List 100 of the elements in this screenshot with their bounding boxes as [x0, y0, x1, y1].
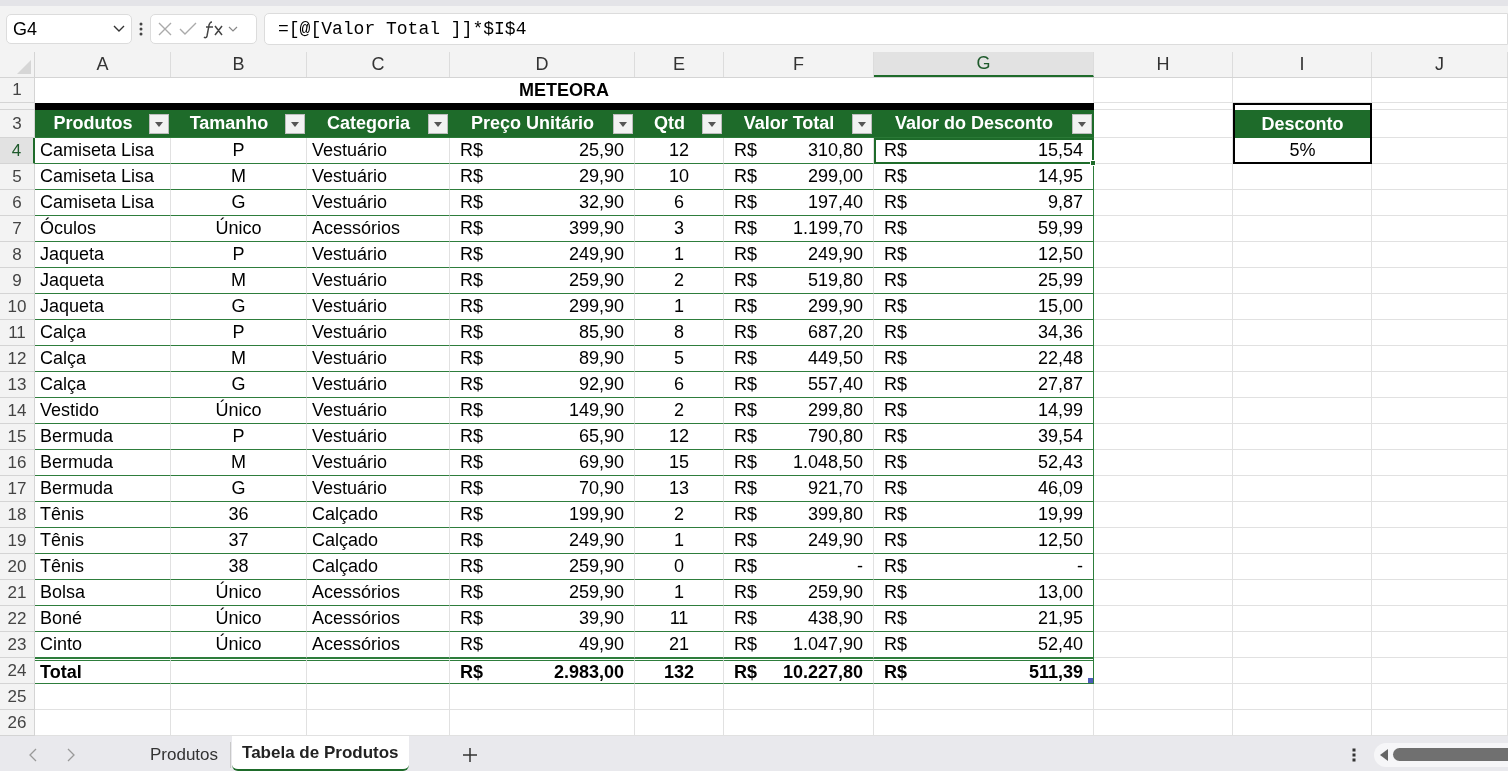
- row-number[interactable]: 9: [0, 268, 35, 294]
- cell-value: 687,20: [807, 321, 863, 344]
- empty-cell[interactable]: [171, 658, 307, 684]
- cancel-icon[interactable]: [157, 21, 173, 37]
- column-header[interactable]: H: [1094, 52, 1233, 77]
- more-options-icon[interactable]: [1352, 747, 1356, 762]
- column-header[interactable]: G: [874, 52, 1094, 77]
- function-icon[interactable]: [203, 19, 239, 39]
- currency-symbol: R$: [460, 555, 483, 578]
- currency-symbol: R$: [460, 477, 483, 500]
- table-cell: 2: [635, 502, 724, 528]
- table-cell: P: [171, 320, 307, 346]
- currency-symbol: R$: [734, 243, 757, 266]
- row-number[interactable]: 1: [0, 78, 35, 103]
- row-number[interactable]: 7: [0, 216, 35, 242]
- column-header[interactable]: B: [171, 52, 307, 77]
- currency-symbol: R$: [884, 321, 907, 344]
- currency-symbol: R$: [460, 529, 483, 552]
- caret-down-icon: [708, 121, 716, 127]
- row-number[interactable]: 18: [0, 502, 35, 528]
- row-number[interactable]: 14: [0, 398, 35, 424]
- caret-down-icon: [155, 121, 163, 127]
- cell-value: 65,90: [578, 425, 624, 448]
- more-options-icon[interactable]: [139, 22, 143, 36]
- currency-symbol: R$: [460, 295, 483, 318]
- filter-button[interactable]: [285, 114, 305, 134]
- sheet-tab[interactable]: Tabela de Produtos: [232, 736, 409, 771]
- table-cell: 12: [635, 424, 724, 450]
- select-all-icon[interactable]: [17, 60, 31, 74]
- row-number[interactable]: 3: [0, 110, 35, 138]
- row-number[interactable]: 15: [0, 424, 35, 450]
- cell-value: -: [1077, 555, 1083, 578]
- filter-button[interactable]: [852, 114, 872, 134]
- row-number[interactable]: 24: [0, 658, 35, 684]
- table-cell: P: [171, 138, 307, 164]
- table-cell: 3: [635, 216, 724, 242]
- table-cell: 21: [635, 632, 724, 658]
- filter-button[interactable]: [149, 114, 169, 134]
- cell-value: 249,90: [807, 243, 863, 266]
- cell-value: 438,90: [807, 607, 863, 630]
- table-cell: 11: [635, 606, 724, 632]
- column-header[interactable]: J: [1372, 52, 1508, 77]
- row-number[interactable]: 23: [0, 632, 35, 658]
- row-number[interactable]: 16: [0, 450, 35, 476]
- row-number[interactable]: 20: [0, 554, 35, 580]
- row-number[interactable]: 10: [0, 294, 35, 320]
- table-cell: 38: [171, 554, 307, 580]
- column-header[interactable]: D: [450, 52, 635, 77]
- filter-button[interactable]: [428, 114, 448, 134]
- filter-button[interactable]: [1072, 114, 1092, 134]
- sheet-tab[interactable]: Produtos: [140, 742, 232, 768]
- column-label: Preço Unitário: [471, 112, 594, 135]
- column-header[interactable]: E: [635, 52, 724, 77]
- table-cell: 2: [635, 268, 724, 294]
- row-number[interactable]: 22: [0, 606, 35, 632]
- currency-symbol: R$: [884, 529, 907, 552]
- cell-value: 13,00: [1037, 581, 1083, 604]
- formula-field[interactable]: =[@[Valor Total ]]*$I$4: [264, 13, 1508, 45]
- row-number[interactable]: 12: [0, 346, 35, 372]
- cell-value: 1.047,90: [792, 633, 863, 656]
- row-number[interactable]: 6: [0, 190, 35, 216]
- row-number[interactable]: 4: [0, 138, 35, 164]
- horizontal-scrollbar[interactable]: [1374, 742, 1508, 767]
- scroll-left-icon[interactable]: [1380, 748, 1389, 761]
- cell-value: 34,36: [1037, 321, 1083, 344]
- empty-cell[interactable]: [307, 658, 450, 684]
- row-number[interactable]: 21: [0, 580, 35, 606]
- table-cell: 2: [635, 398, 724, 424]
- table-resize-handle[interactable]: [1088, 678, 1093, 683]
- row-number[interactable]: 11: [0, 320, 35, 346]
- column-header[interactable]: C: [307, 52, 450, 77]
- table-cell: P: [171, 242, 307, 268]
- column-label: Valor Total: [743, 112, 835, 135]
- cell-value: 259,90: [568, 269, 624, 292]
- cell-value: 449,50: [807, 347, 863, 370]
- currency-symbol: R$: [734, 660, 757, 684]
- cell-value: 1.199,70: [792, 217, 863, 240]
- fill-handle[interactable]: [1090, 160, 1096, 166]
- table-cell: Único: [171, 216, 307, 242]
- filter-button[interactable]: [613, 114, 633, 134]
- row-number[interactable]: 19: [0, 528, 35, 554]
- row-number[interactable]: 17: [0, 476, 35, 502]
- row-number[interactable]: 13: [0, 372, 35, 398]
- table-cell: Vestuário: [307, 424, 450, 450]
- currency-symbol: R$: [884, 269, 907, 292]
- cell-value: 399,80: [807, 503, 863, 526]
- column-header[interactable]: I: [1233, 52, 1372, 77]
- filter-button[interactable]: [702, 114, 722, 134]
- row-number[interactable]: 5: [0, 164, 35, 190]
- cell-value: 12,50: [1037, 243, 1083, 266]
- name-box[interactable]: G4: [6, 14, 132, 44]
- row-number[interactable]: 8: [0, 242, 35, 268]
- row-number[interactable]: 26: [0, 710, 35, 736]
- table-cell: Acessórios: [307, 606, 450, 632]
- currency-symbol: R$: [460, 373, 483, 396]
- check-icon[interactable]: [179, 21, 197, 37]
- scrollbar-thumb[interactable]: [1393, 748, 1508, 762]
- column-header[interactable]: A: [35, 52, 171, 77]
- column-label: Categoria: [327, 112, 410, 135]
- row-number[interactable]: 25: [0, 684, 35, 710]
